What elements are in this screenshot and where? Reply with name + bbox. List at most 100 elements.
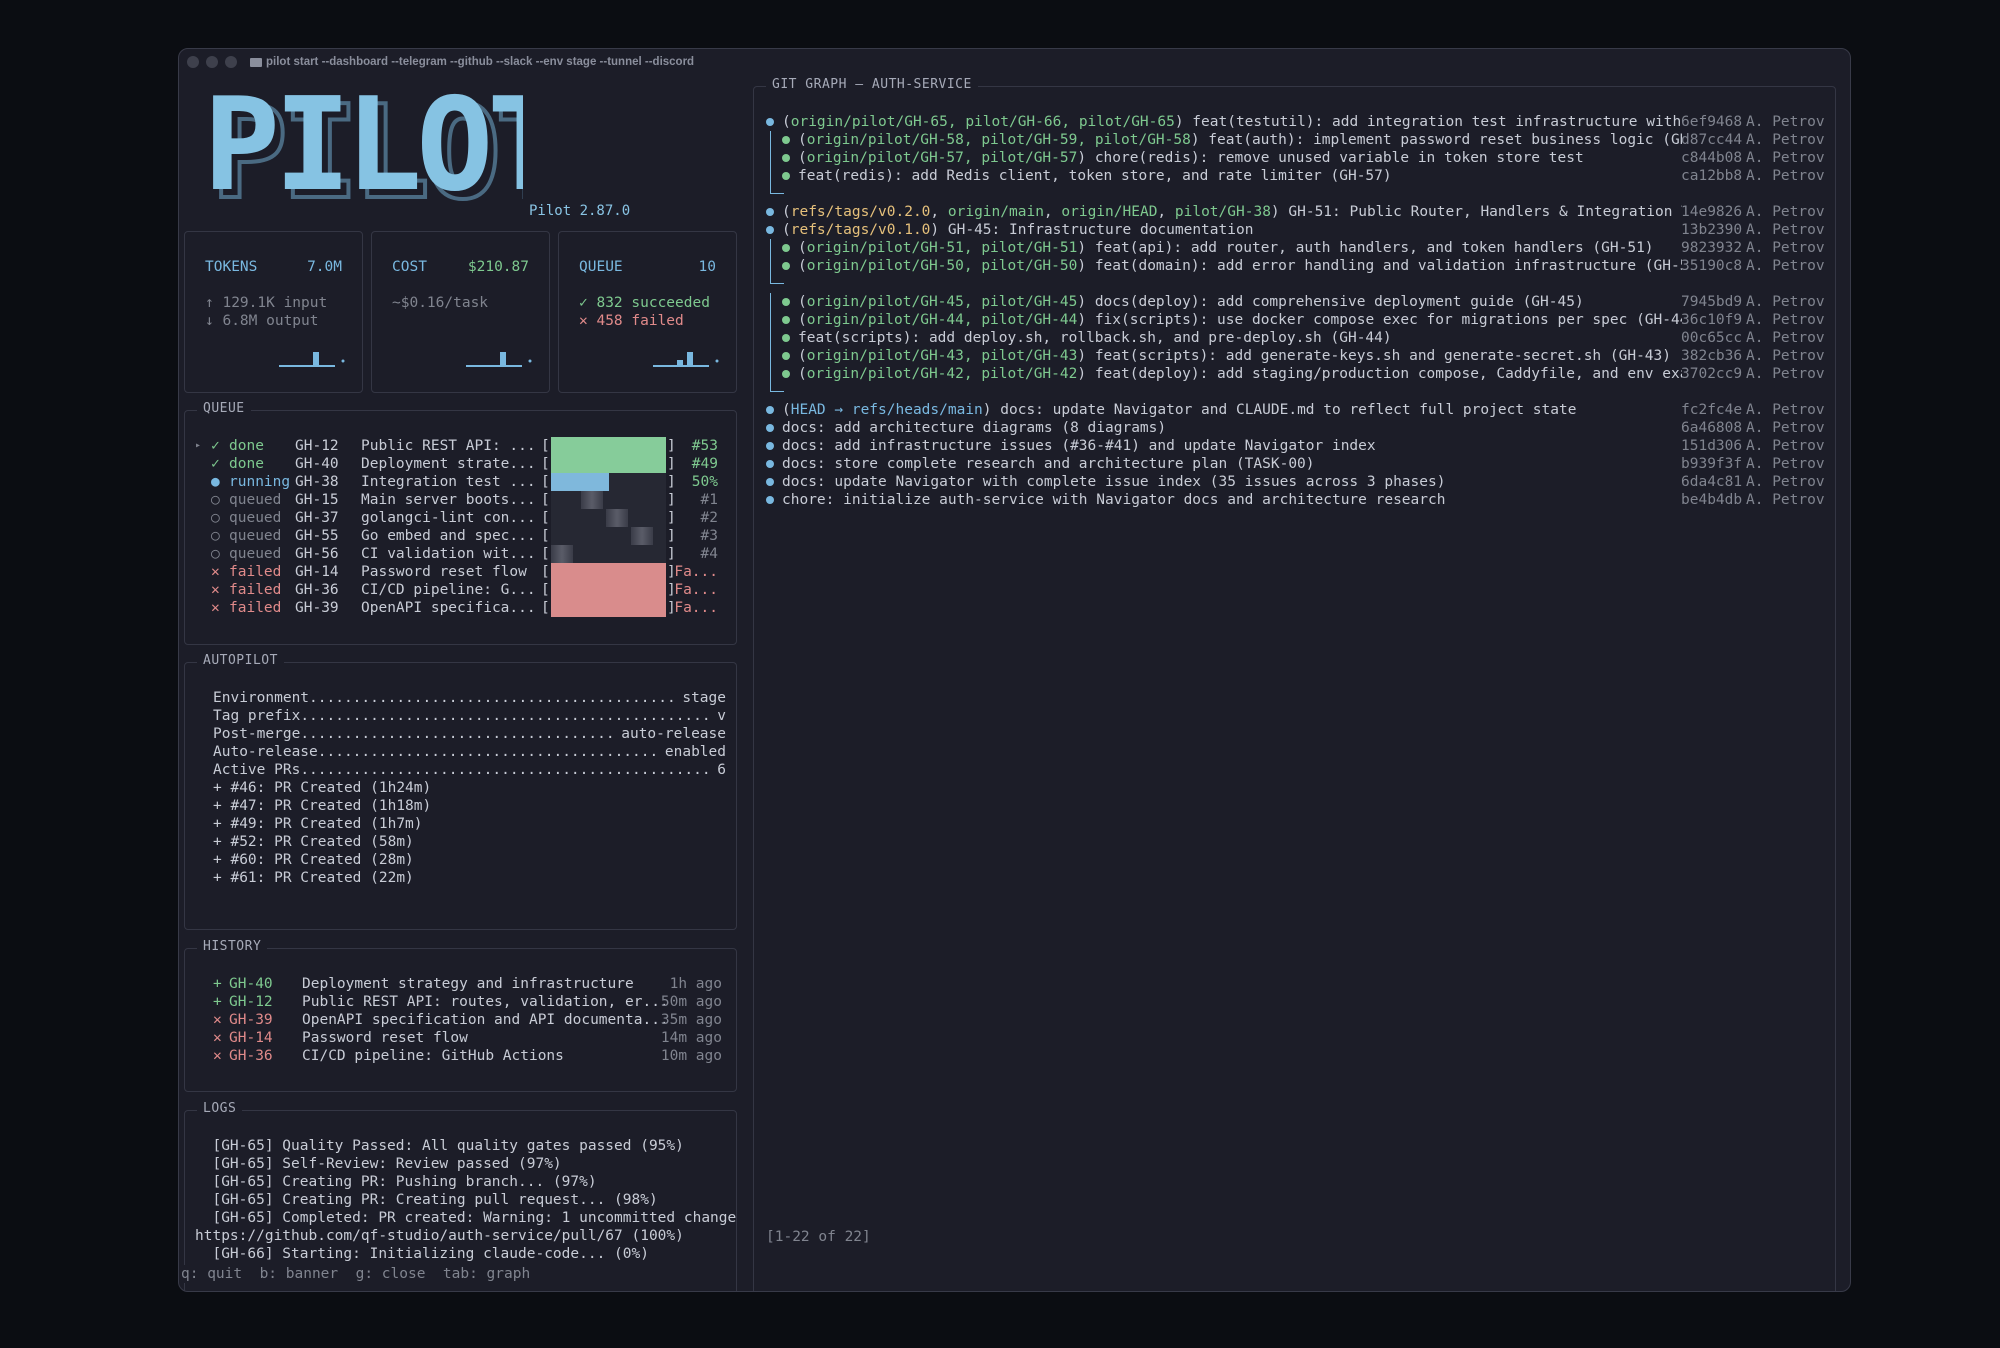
commit-ref: origin/pilot/GH-42, pilot/GH-42: [806, 366, 1078, 382]
queue-value: 10: [698, 259, 716, 275]
commit-author: A. Petrov: [1746, 312, 1825, 328]
commit-sha: 3702cc9: [1681, 366, 1743, 382]
queue-row[interactable]: ✕ failed GH-39 OpenAPI specifica...[] Fa...: [185, 599, 736, 617]
queue-row[interactable]: ○ queued GH-56 CI validation wit... [] #4: [185, 545, 736, 563]
queue-tail: #2: [700, 510, 718, 526]
queue-succeeded: ✓ 832 succeeded: [579, 295, 710, 311]
git-commit-row[interactable]: (origin/pilot/GH-44, pilot/GH-44) fix(sc…: [766, 311, 1826, 329]
close-window-button[interactable]: [187, 56, 199, 68]
progress-bar: [551, 491, 666, 509]
commit-message: docs: add infrastructure issues (#36-#41…: [782, 437, 1682, 455]
issue-id: GH-14: [229, 1030, 273, 1046]
git-commit-row[interactable]: docs: update Navigator with complete iss…: [766, 473, 1826, 491]
queue-row[interactable]: ○ queued GH-37 golangci-lint con... [] #2: [185, 509, 736, 527]
git-commit-row[interactable]: (origin/pilot/GH-57, pilot/GH-57) chore(…: [766, 149, 1826, 167]
queue-row[interactable]: ✕ failed GH-36 CI/CD pipeline: G...[] Fa...: [185, 581, 736, 599]
git-commit-row[interactable]: docs: store complete research and archit…: [766, 455, 1826, 473]
graph-node: [782, 316, 790, 324]
queue-row[interactable]: ✓ done GH-40 Deployment strate... [] #49: [185, 455, 736, 473]
queue-row[interactable]: ● running GH-38 Integration test ... [] 50%: [185, 473, 736, 491]
status-icon: ✕: [211, 564, 220, 580]
keybind-hints: q: quit b: banner g: close tab: graph: [181, 1265, 531, 1283]
git-commit-row[interactable]: chore: initialize auth-service with Navi…: [766, 491, 1826, 509]
commit-author: A. Petrov: [1746, 492, 1825, 508]
commit-sha: 36c10f9: [1681, 312, 1743, 328]
setting-value: auto-release: [612, 726, 726, 742]
bar-open-bracket: [: [541, 438, 550, 454]
zoom-window-button[interactable]: [225, 56, 237, 68]
git-commit-row[interactable]: (origin/pilot/GH-51, pilot/GH-51) feat(a…: [766, 239, 1826, 257]
history-time: 50m ago: [660, 994, 722, 1010]
tokens-card: TOKENS 7.0M ↑ 129.1K input ↓ 6.8M output: [184, 231, 363, 393]
bar-open-bracket: [: [541, 546, 550, 562]
status-text: queued: [229, 492, 282, 508]
setting-dots: ........................................…: [317, 744, 656, 760]
git-commit-row[interactable]: (refs/tags/v0.1.0) GH-45: Infrastructure…: [766, 221, 1826, 239]
commit-sha: 7945bd9: [1681, 294, 1743, 310]
git-commit-row[interactable]: feat(scripts): add deploy.sh, rollback.s…: [766, 329, 1826, 347]
queue-row[interactable]: ○ queued GH-55 Go embed and spec... [] #3: [185, 527, 736, 545]
progress-fill: [551, 563, 666, 581]
active-pr[interactable]: + #60: PR Created (28m): [213, 851, 726, 869]
issue-id: GH-15: [295, 492, 339, 508]
commit-author: A. Petrov: [1746, 240, 1825, 256]
commit-ref: refs/tags/v0.2.0: [790, 204, 931, 220]
issue-title: Password reset flow: [361, 564, 527, 580]
graph-branch-line: [770, 257, 771, 275]
graph-node: [782, 298, 790, 306]
tokens-label: TOKENS: [205, 259, 258, 275]
commit-message: (origin/pilot/GH-50, pilot/GH-50) feat(d…: [798, 257, 1682, 275]
log-line: https://github.com/qf-studio/auth-servic…: [195, 1228, 684, 1244]
commit-subject: feat(testutil): add integration test inf…: [1183, 114, 1682, 130]
commit-ref: origin/pilot/GH-45, pilot/GH-45: [806, 294, 1078, 310]
git-commit-row[interactable]: (origin/pilot/GH-50, pilot/GH-50) feat(d…: [766, 257, 1826, 275]
history-mark: +: [213, 994, 222, 1010]
git-commit-row[interactable]: (origin/pilot/GH-42, pilot/GH-42) feat(d…: [766, 365, 1826, 383]
history-row[interactable]: + GH-40 Deployment strategy and infrastruc…: [213, 975, 726, 993]
queue-tail: #49: [691, 456, 718, 472]
tokens-sparkline: [279, 352, 345, 367]
cost-value: $210.87: [467, 259, 529, 275]
cost-label: COST: [392, 259, 427, 275]
history-row[interactable]: ✕ GH-14 Password reset flow 14m ago: [213, 1029, 726, 1047]
shimmer: [581, 491, 603, 509]
commit-author: A. Petrov: [1746, 150, 1825, 166]
graph-branch-line: [770, 329, 771, 347]
commit-sha: 9823932: [1681, 240, 1743, 256]
commit-ref: origin/pilot/GH-51, pilot/GH-51: [806, 240, 1078, 256]
git-commit-row[interactable]: docs: add architecture diagrams (8 diagr…: [766, 419, 1826, 437]
active-pr[interactable]: + #49: PR Created (1h7m): [213, 815, 726, 833]
commit-ref: refs/tags/v0.1.0: [790, 222, 931, 238]
git-commit-row[interactable]: (HEAD → refs/heads/main) docs: update Na…: [766, 401, 1826, 419]
queue-tail: #3: [700, 528, 718, 544]
active-pr[interactable]: + #52: PR Created (58m): [213, 833, 726, 851]
active-pr[interactable]: + #46: PR Created (1h24m): [213, 779, 726, 797]
shimmer: [551, 545, 573, 563]
commit-message: (HEAD → refs/heads/main) docs: update Na…: [782, 402, 1577, 418]
bar-open-bracket: [: [541, 456, 550, 472]
log-line: [GH-66] Starting: Initializing claude-co…: [195, 1246, 649, 1262]
commit-author: A. Petrov: [1746, 348, 1825, 364]
commit-message: feat(redis): add Redis client, token sto…: [798, 167, 1682, 185]
progress-bar: [551, 581, 666, 599]
git-commit-row[interactable]: docs: add infrastructure issues (#36-#41…: [766, 437, 1826, 455]
git-commit-row[interactable]: feat(redis): add Redis client, token sto…: [766, 167, 1826, 185]
setting-value: enabled: [656, 744, 726, 760]
git-commit-row[interactable]: (origin/pilot/GH-45, pilot/GH-45) docs(d…: [766, 293, 1826, 311]
git-commit-row[interactable]: (refs/tags/v0.2.0, origin/main, origin/H…: [766, 203, 1826, 221]
git-commit-row[interactable]: (origin/pilot/GH-65, pilot/GH-66, pilot/…: [766, 113, 1826, 131]
bar-open-bracket: [: [541, 474, 550, 490]
issue-title: Integration test ...: [361, 474, 536, 490]
git-commit-row[interactable]: (origin/pilot/GH-43, pilot/GH-43) feat(s…: [766, 347, 1826, 365]
commit-author: A. Petrov: [1746, 258, 1825, 274]
queue-row[interactable]: ○ queued GH-15 Main server boots... [] #1: [185, 491, 736, 509]
minimize-window-button[interactable]: [206, 56, 218, 68]
history-row[interactable]: ✕ GH-39 OpenAPI specification and API docu…: [213, 1011, 726, 1029]
history-row[interactable]: + GH-12 Public REST API: routes, validatio…: [213, 993, 726, 1011]
active-pr[interactable]: + #47: PR Created (1h18m): [213, 797, 726, 815]
queue-row[interactable]: ✕ failed GH-14 Password reset flow[] Fa...: [185, 563, 736, 581]
history-row[interactable]: ✕ GH-36 CI/CD pipeline: GitHub Actions 10m …: [213, 1047, 726, 1065]
active-pr[interactable]: + #61: PR Created (22m): [213, 869, 726, 887]
git-commit-row[interactable]: (origin/pilot/GH-58, pilot/GH-59, pilot/…: [766, 131, 1826, 149]
queue-row[interactable]: ▸ ✓ done GH-12 Public REST API: ... [] #53: [185, 437, 736, 455]
